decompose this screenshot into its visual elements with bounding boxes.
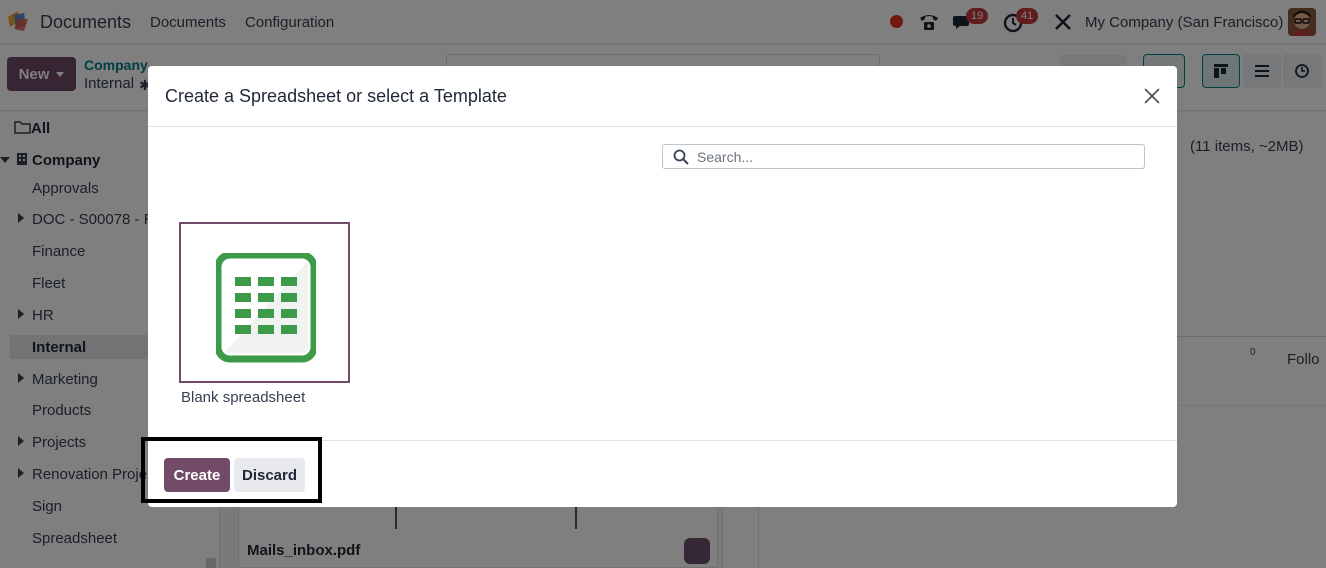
dialog-footer: Create Discard <box>148 440 1177 507</box>
spreadsheet-icon <box>216 253 316 363</box>
create-button[interactable]: Create <box>164 458 230 492</box>
search-input[interactable] <box>697 146 1137 167</box>
template-search[interactable] <box>662 144 1145 169</box>
dialog-header: Create a Spreadsheet or select a Templat… <box>148 66 1177 127</box>
create-spreadsheet-dialog: Create a Spreadsheet or select a Templat… <box>148 66 1177 507</box>
template-blank-spreadsheet[interactable] <box>179 222 350 383</box>
search-icon <box>673 149 689 165</box>
dialog-title: Create a Spreadsheet or select a Templat… <box>165 86 507 106</box>
close-icon[interactable] <box>1142 86 1162 106</box>
discard-button[interactable]: Discard <box>234 458 305 492</box>
template-label: Blank spreadsheet <box>181 389 306 406</box>
